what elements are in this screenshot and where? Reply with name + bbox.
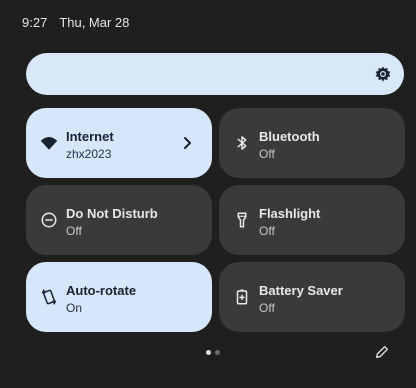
tile-auto-rotate-title: Auto-rotate <box>66 283 137 298</box>
tile-flashlight-title: Flashlight <box>259 206 321 221</box>
tile-flashlight-subtitle: Off <box>259 224 275 238</box>
quick-settings-panel: 9:27 Thu, Mar 28 Internet zhx2023 Blueto… <box>0 0 416 388</box>
page-dot-1[interactable] <box>206 350 211 355</box>
battery-saver-icon <box>236 289 248 305</box>
do-not-disturb-icon <box>41 212 57 228</box>
bluetooth-icon <box>237 136 247 150</box>
brightness-gear-icon <box>375 66 391 82</box>
tile-internet[interactable]: Internet zhx2023 <box>26 108 212 178</box>
tile-bluetooth[interactable]: Bluetooth Off <box>219 108 405 178</box>
chevron-right-icon[interactable] <box>182 134 194 152</box>
status-time: 9:27 <box>22 14 48 30</box>
tile-battery-saver-title: Battery Saver <box>259 283 343 298</box>
brightness-slider[interactable] <box>26 53 404 95</box>
tile-internet-subtitle: zhx2023 <box>66 147 112 161</box>
flashlight-icon <box>237 212 247 228</box>
tile-dnd-title: Do Not Disturb <box>66 206 158 221</box>
page-indicator[interactable] <box>206 350 220 355</box>
tile-auto-rotate-subtitle: On <box>66 301 83 315</box>
tile-bluetooth-title: Bluetooth <box>259 129 320 144</box>
tile-auto-rotate[interactable]: Auto-rotate On <box>26 262 212 332</box>
tile-dnd-subtitle: Off <box>66 224 82 238</box>
status-bar: 9:27 Thu, Mar 28 <box>22 12 129 32</box>
status-date: Thu, Mar 28 <box>59 14 130 30</box>
auto-rotate-icon <box>41 288 57 306</box>
tile-do-not-disturb[interactable]: Do Not Disturb Off <box>26 185 212 255</box>
tile-battery-saver-subtitle: Off <box>259 301 275 315</box>
edit-pencil-icon[interactable] <box>374 344 390 360</box>
page-dot-2[interactable] <box>215 350 220 355</box>
tile-internet-title: Internet <box>66 129 114 144</box>
tile-battery-saver[interactable]: Battery Saver Off <box>219 262 405 332</box>
tile-bluetooth-subtitle: Off <box>259 147 275 161</box>
wifi-icon <box>40 137 58 150</box>
tile-flashlight[interactable]: Flashlight Off <box>219 185 405 255</box>
